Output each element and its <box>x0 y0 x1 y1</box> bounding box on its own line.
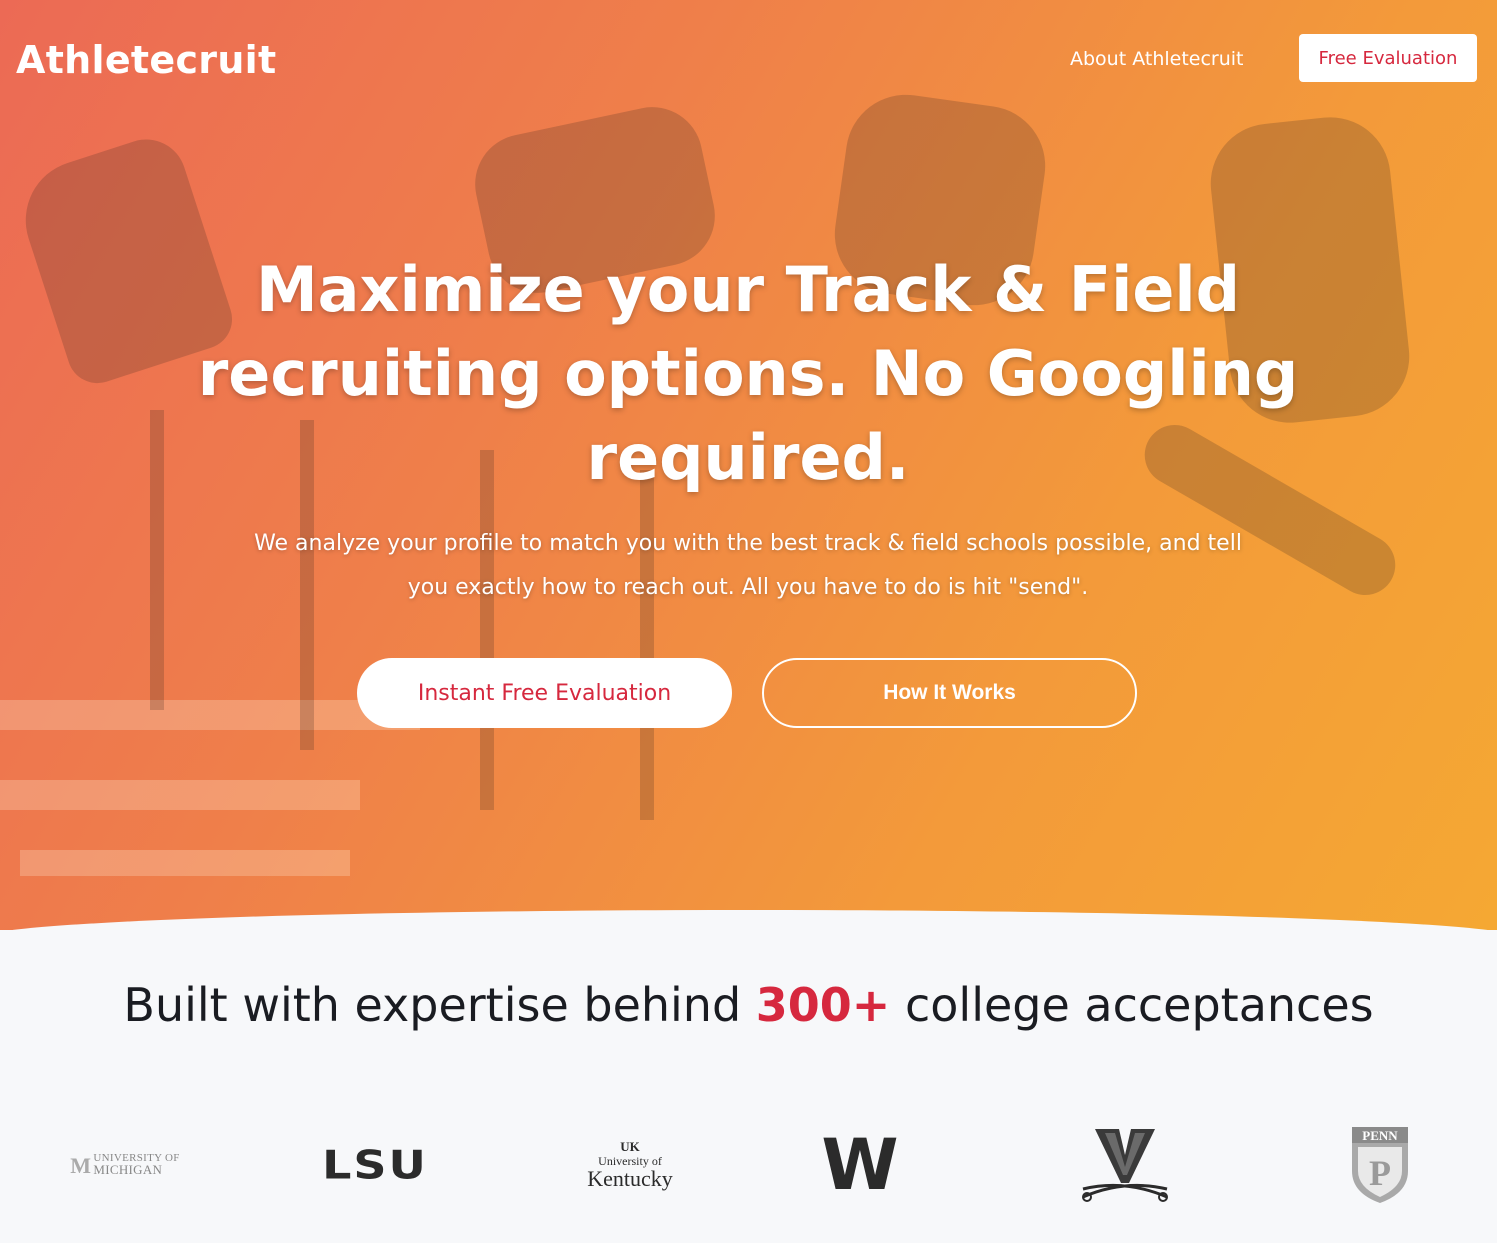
bg-hurdle-shape <box>0 700 420 730</box>
nav-free-evaluation-button[interactable]: Free Evaluation <box>1299 34 1477 82</box>
instant-free-evaluation-button[interactable]: Instant Free Evaluation <box>357 658 732 728</box>
penn-mark: P <box>1369 1153 1391 1193</box>
penn-shield-icon: PENN P <box>1352 1127 1408 1203</box>
kentucky-logo: UK University of Kentucky <box>560 1090 700 1240</box>
kentucky-line2: Kentucky <box>587 1166 673 1191</box>
michigan-mark: M <box>70 1152 92 1178</box>
michigan-line2: MICHIGAN <box>93 1162 163 1177</box>
virginia-sabres-icon <box>1082 1129 1168 1202</box>
nav-about-link[interactable]: About Athletecruit <box>1070 48 1244 70</box>
how-it-works-button[interactable]: How It Works <box>762 658 1137 728</box>
hero-wave-divider <box>0 910 1497 930</box>
acceptances-heading: Built with expertise behind 300+ college… <box>0 978 1497 1032</box>
acceptances-number: 300+ <box>755 978 891 1032</box>
washington-logo: W <box>821 1124 899 1206</box>
acceptances-prefix: Built with expertise behind <box>123 978 742 1032</box>
site-logo[interactable]: Athletecruit <box>16 38 276 82</box>
penn-logo: PENN P <box>1340 1090 1420 1240</box>
school-logos-row: M UNIVERSITY OF MICHIGAN LSU UK Universi… <box>0 1090 1497 1240</box>
hero-headline: Maximize your Track & Field recruiting o… <box>197 253 1299 494</box>
lsu-logo: LSU <box>322 1142 428 1188</box>
acceptances-suffix: college acceptances <box>904 978 1374 1032</box>
penn-banner-text: PENN <box>1362 1128 1398 1143</box>
hero-subtext: We analyze your profile to match you wit… <box>254 531 1242 600</box>
hero-section: Athletecruit About Athletecruit Free Eva… <box>0 0 1497 930</box>
virginia-logo <box>1070 1090 1180 1240</box>
kentucky-mark: UK <box>620 1139 640 1154</box>
bg-hurdle-shape <box>0 780 360 810</box>
bg-hurdle-shape <box>20 850 350 876</box>
bg-hurdle-post <box>480 450 494 810</box>
michigan-logo: M UNIVERSITY OF MICHIGAN <box>60 1090 190 1240</box>
